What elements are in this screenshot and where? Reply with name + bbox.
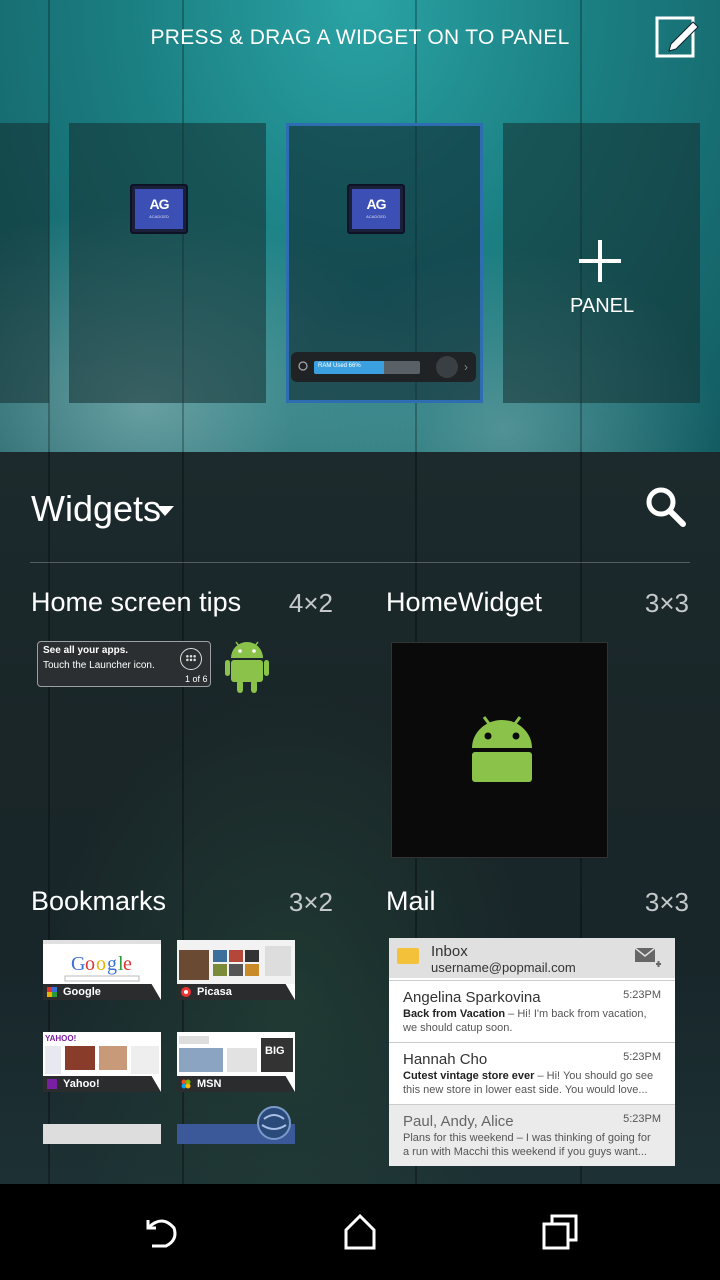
mail-preview-line-2: this new store in lower east side. You w… (403, 1084, 648, 1096)
widget-name-homewidget[interactable]: HomeWidget (386, 587, 542, 618)
google-favicon-icon (47, 987, 57, 997)
mail-time: 5:23PM (623, 1113, 661, 1125)
panel-thumbnail-left-edge[interactable] (0, 123, 49, 403)
bookmark-caption: MSN (177, 1076, 295, 1092)
panel-thumbnail-2-selected[interactable]: AG ACADGED RAM Used 66% › (286, 123, 483, 403)
mail-subject: Back from Vacation (403, 1008, 506, 1020)
mail-inbox-title: Inbox (431, 943, 468, 960)
refresh-icon (298, 361, 308, 371)
bookmark-caption: Picasa (177, 984, 295, 1000)
widgets-drawer: Widgets Home screen tips 4×2 See all you… (0, 452, 720, 1184)
bookmark-thumbnail (43, 1124, 161, 1144)
svg-text:o: o (96, 953, 106, 975)
plus-icon (579, 240, 621, 282)
widget-name-home-screen-tips[interactable]: Home screen tips (31, 587, 241, 618)
widget-name-bookmarks[interactable]: Bookmarks (31, 886, 166, 917)
bookmark-caption: Google (43, 984, 161, 1000)
mail-preview-line-2: we should catup soon. (403, 1022, 513, 1034)
bookmark-yahoo[interactable]: YAHOO! Yahoo! (43, 1032, 161, 1092)
search-icon[interactable] (643, 484, 689, 530)
android-robot-icon (225, 641, 269, 693)
widget-size: 3×3 (644, 588, 689, 618)
mail-preview-line-1: Plans for this weekend – I was thinking … (403, 1132, 651, 1144)
mail-subject: Cutest vintage store ever (403, 1070, 535, 1082)
mail-widget-preview[interactable]: Inbox username@popmail.com Angelina Spar… (389, 938, 675, 1166)
chevron-right-icon: › (464, 360, 468, 374)
divider (30, 562, 690, 563)
mail-subject: Plans for this weekend (403, 1132, 514, 1144)
msn-thumbnail: BIG (177, 1032, 295, 1076)
ag-app-icon: AG ACADGED (347, 184, 405, 234)
mail-snippet: – Hi! You should go see (534, 1070, 654, 1082)
mail-header: Inbox username@popmail.com (389, 938, 675, 978)
mail-account: username@popmail.com (431, 960, 576, 975)
svg-text:G: G (71, 953, 85, 975)
ram-usage-label: RAM Used 66% (318, 363, 361, 369)
svg-text:g: g (107, 953, 117, 975)
bookmark-caption: Yahoo! (43, 1076, 161, 1092)
mail-preview-line-2: a run with Macchi this weekend if you gu… (403, 1146, 647, 1158)
svg-text:YAHOO!: YAHOO! (45, 1034, 76, 1043)
mail-snippet: – I was thinking of going for (513, 1132, 651, 1144)
mail-snippet: – Hi! I'm back from vacation, (505, 1008, 647, 1020)
ram-booster-widget: RAM Used 66% › (291, 352, 476, 382)
launcher-grid-icon (180, 648, 202, 670)
google-thumbnail: G o o g l e (43, 940, 161, 984)
widget-size: 4×2 (288, 588, 333, 618)
home-screen-tips-preview[interactable]: See all your apps. Touch the Launcher ic… (37, 641, 211, 687)
svg-text:e: e (123, 953, 132, 975)
picasa-favicon-icon (181, 987, 191, 997)
mail-time: 5:23PM (623, 989, 661, 1001)
mail-message: Angelina Sparkovina 5:23PM Back from Vac… (389, 980, 675, 1042)
mail-sender: Angelina Sparkovina (403, 989, 541, 1006)
widget-name-mail[interactable]: Mail (386, 886, 436, 917)
mail-sender: Paul, Andy, Alice (403, 1113, 514, 1130)
android-head-icon (472, 716, 532, 782)
edit-icon[interactable] (655, 14, 699, 60)
mail-preview-line-1: Back from Vacation – Hi! I'm back from v… (403, 1008, 647, 1020)
mail-sender: Hannah Cho (403, 1051, 488, 1068)
yahoo-favicon-icon (47, 1079, 57, 1089)
bookmark-partial[interactable] (43, 1124, 161, 1144)
broom-icon (436, 356, 458, 378)
back-icon[interactable] (134, 1206, 186, 1258)
mail-message: Hannah Cho 5:23PM Cutest vintage store e… (389, 1042, 675, 1104)
widgets-dropdown[interactable]: Widgets (31, 488, 161, 530)
svg-text:o: o (85, 953, 95, 975)
compose-mail-icon (635, 948, 661, 967)
yahoo-thumbnail: YAHOO! (43, 1032, 161, 1076)
dropdown-caret-icon[interactable] (156, 506, 174, 516)
tip-line-1: See all your apps. (43, 645, 129, 656)
picasa-thumbnail (177, 940, 295, 984)
envelope-icon (397, 948, 419, 964)
bookmark-label: Picasa (197, 986, 232, 998)
panel-thumbnail-1[interactable]: AG ACADGED (69, 123, 266, 403)
bookmark-label: MSN (197, 1078, 222, 1090)
globe-icon (257, 1106, 291, 1140)
bookmark-label: Google (63, 986, 101, 998)
recent-apps-icon[interactable] (534, 1206, 586, 1258)
bookmark-label: Yahoo! (63, 1078, 100, 1090)
svg-text:BIG: BIG (265, 1045, 285, 1057)
add-panel-label: PANEL (570, 295, 635, 317)
bookmark-picasa[interactable]: Picasa (177, 940, 295, 1000)
tip-counter: 1 of 6 (185, 674, 208, 684)
msn-favicon-icon (181, 1079, 191, 1089)
mail-time: 5:23PM (623, 1051, 661, 1063)
ag-app-icon: AG ACADGED (130, 184, 188, 234)
panel-strip: PRESS & DRAG A WIDGET ON TO PANEL AG ACA… (0, 0, 720, 452)
homewidget-preview[interactable] (391, 642, 608, 858)
widget-size: 3×2 (288, 887, 333, 917)
widget-size: 3×3 (644, 887, 689, 917)
bookmark-msn[interactable]: BIG MSN (177, 1032, 295, 1092)
mail-message: Paul, Andy, Alice 5:23PM Plans for this … (389, 1104, 675, 1166)
home-icon[interactable] (334, 1206, 386, 1258)
mail-preview-line-1: Cutest vintage store ever – Hi! You shou… (403, 1070, 653, 1082)
drag-hint: PRESS & DRAG A WIDGET ON TO PANEL (150, 26, 570, 49)
navigation-bar (0, 1184, 720, 1280)
bookmark-google[interactable]: G o o g l e Google (43, 940, 161, 1000)
tip-line-2: Touch the Launcher icon. (43, 660, 155, 671)
